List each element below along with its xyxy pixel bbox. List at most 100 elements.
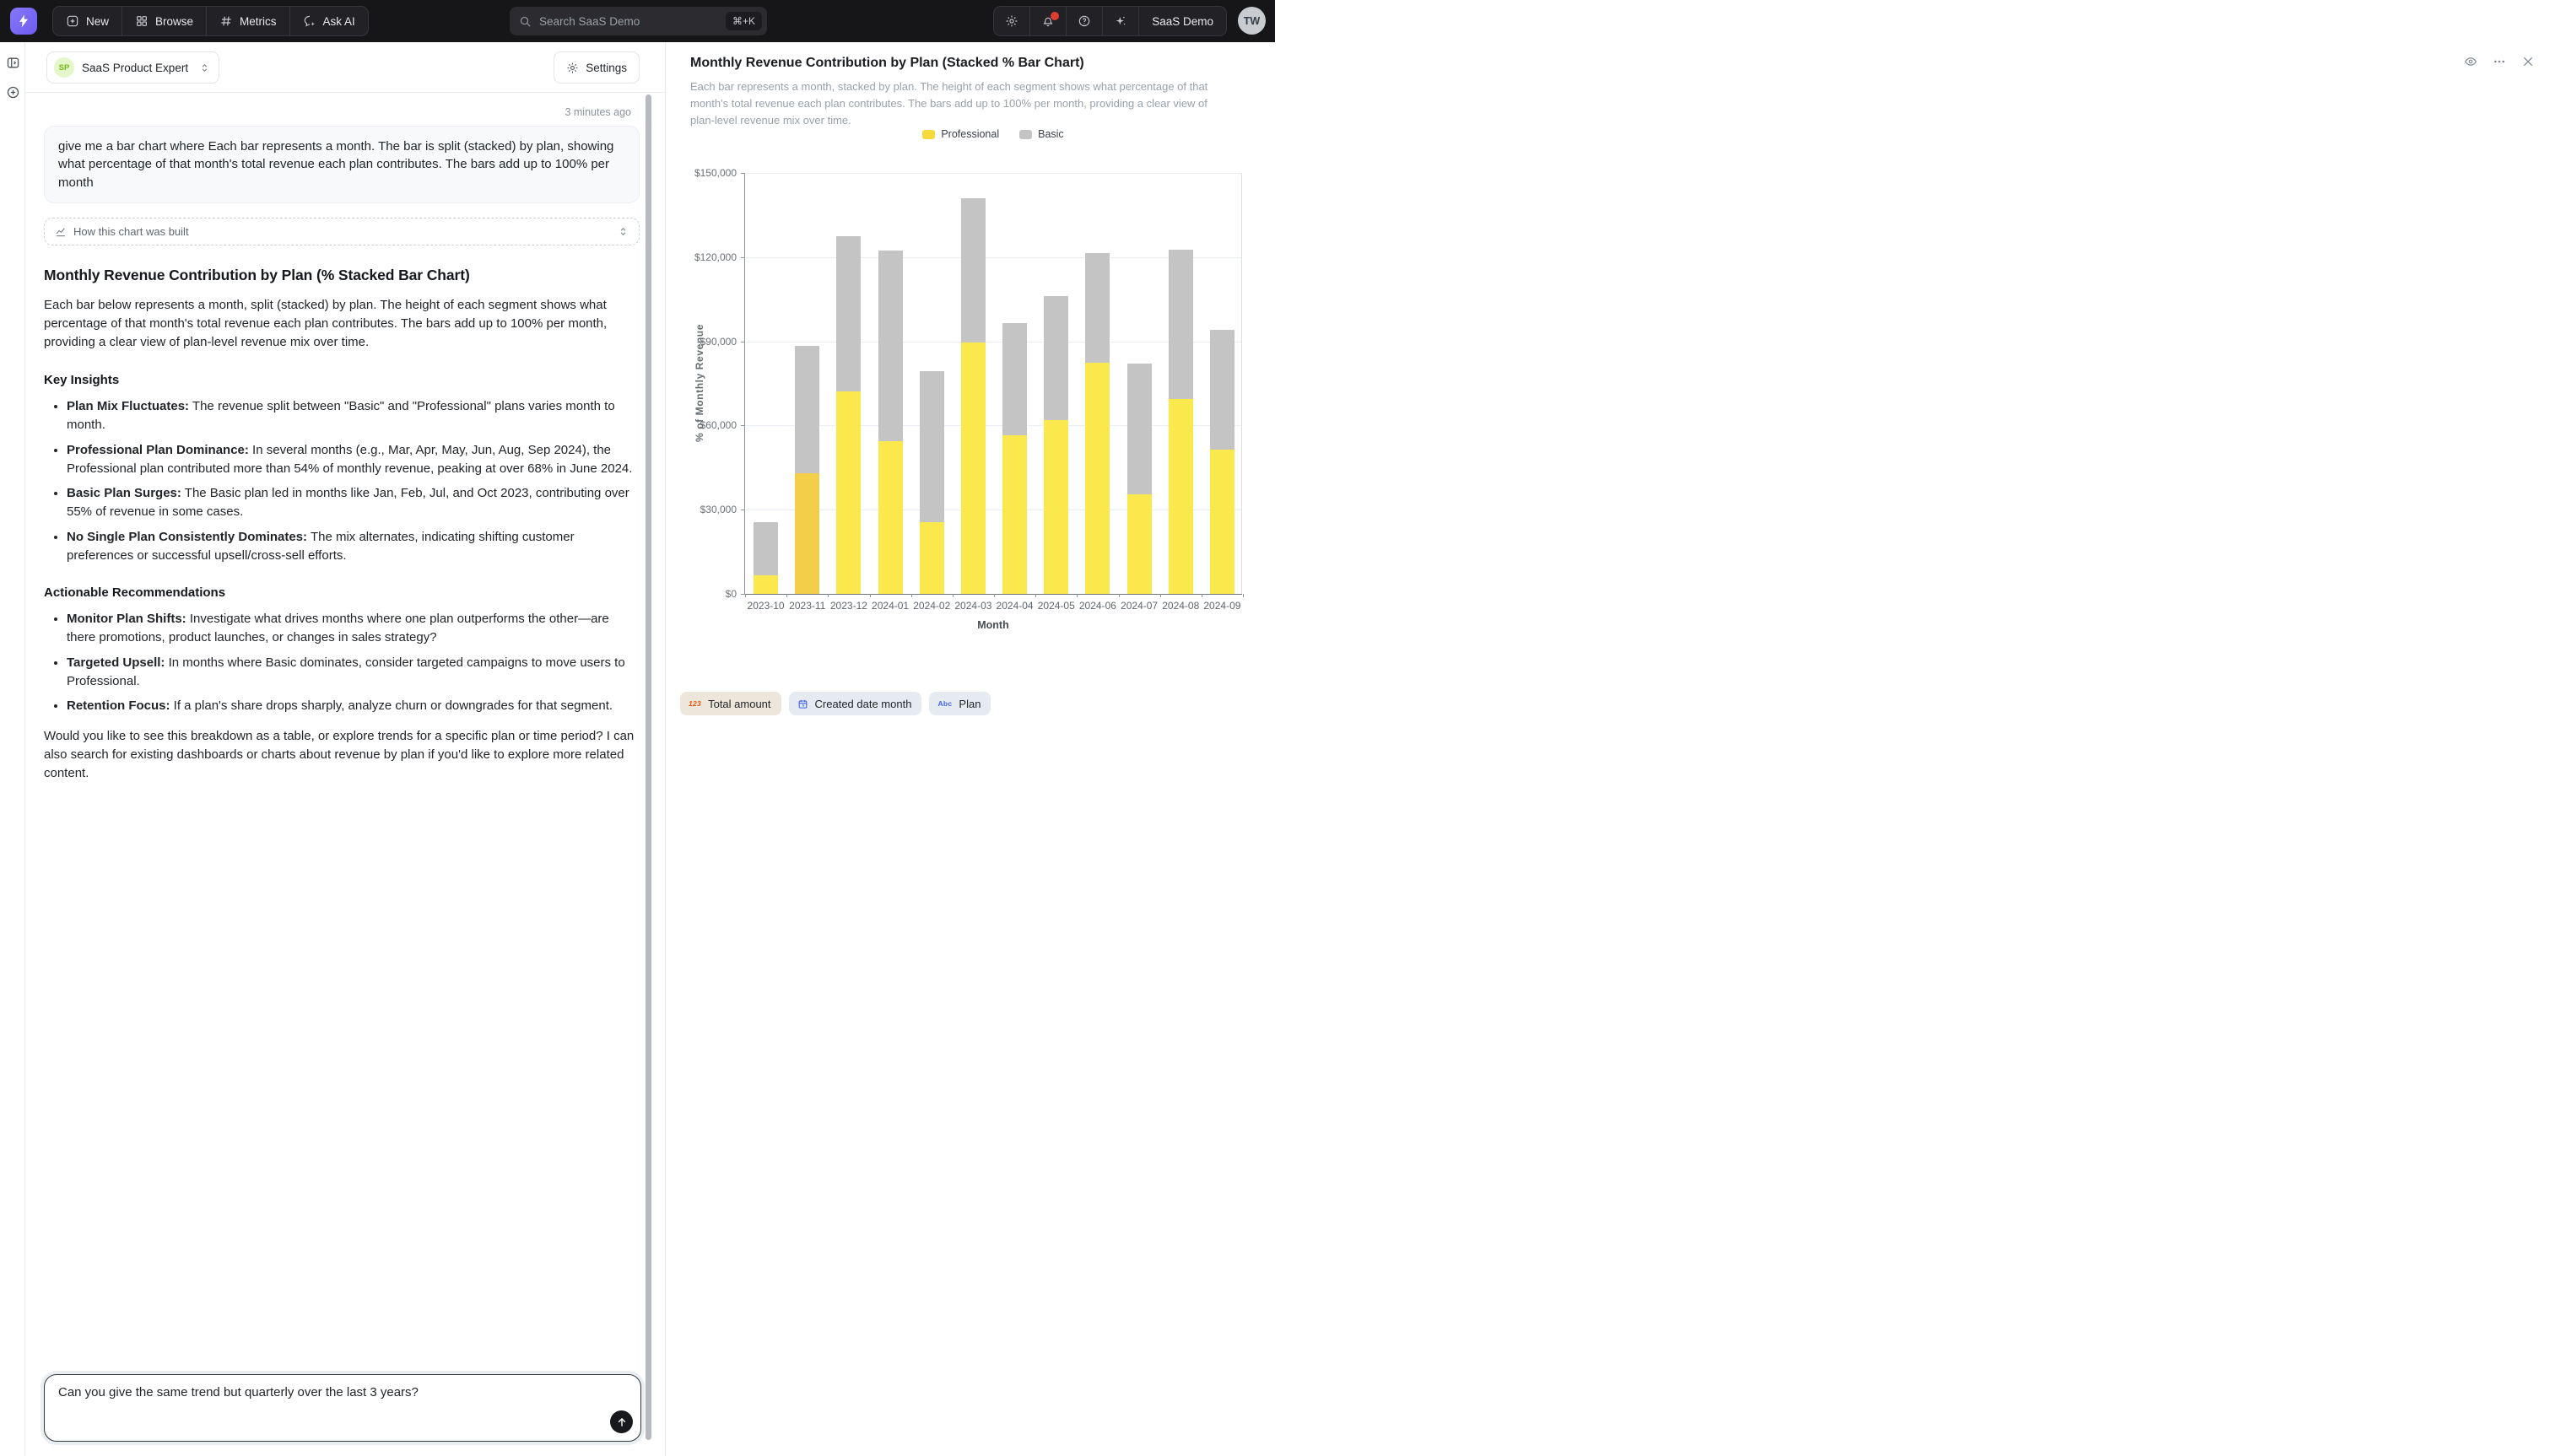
bar-segment-professional-2023-11[interactable] <box>795 473 819 594</box>
chat-sparkle-icon <box>303 14 316 28</box>
agent-name: SaaS Product Expert <box>82 62 188 74</box>
x-axis-tick <box>1119 594 1120 597</box>
nav-item-browse[interactable]: Browse <box>122 7 207 35</box>
chat-header: SP SaaS Product Expert Settings <box>25 42 665 93</box>
y-axis-tick-label: $30,000 <box>700 504 737 515</box>
x-axis-tick-label: 2023-12 <box>830 600 867 612</box>
agent-settings-button[interactable]: Settings <box>554 51 640 84</box>
bar-segment-professional-2024-04[interactable] <box>1002 435 1027 594</box>
bar-segment-professional-2024-08[interactable] <box>1169 399 1193 594</box>
chat-scrollbar[interactable] <box>646 94 651 1453</box>
x-axis-tick-label: 2024-05 <box>1038 600 1075 612</box>
list-item: Basic Plan Surges: The Basic plan led in… <box>67 484 640 521</box>
view-details-button[interactable] <box>2463 54 2477 68</box>
x-axis-tick <box>1160 594 1161 597</box>
mini-chart-icon <box>55 226 67 238</box>
search-shortcut-badge: ⌘+K <box>726 12 762 30</box>
y-axis-tick <box>741 257 745 258</box>
calendar-icon <box>797 698 808 709</box>
legend-swatch <box>1019 130 1032 139</box>
how-chart-built-toggle[interactable]: How this chart was built <box>44 218 640 245</box>
text-type-icon: Abc <box>937 699 952 708</box>
bar-segment-basic-2023-12[interactable] <box>836 236 861 392</box>
bar-segment-basic-2024-02[interactable] <box>920 371 944 523</box>
lightning-bolt-icon <box>16 13 31 29</box>
legend-label: Basic <box>1038 128 1064 140</box>
x-axis-tick <box>786 594 787 597</box>
bar-segment-professional-2023-10[interactable] <box>754 575 778 594</box>
response-intro: Each bar below represents a month, split… <box>44 296 640 352</box>
gridline <box>745 173 1241 174</box>
nav-item-label: Browse <box>155 15 193 28</box>
field-tag-plan[interactable]: AbcPlan <box>929 692 991 715</box>
bar-segment-professional-2023-12[interactable] <box>836 391 861 594</box>
x-axis-tick <box>953 594 954 597</box>
nav-item-ask-ai[interactable]: Ask AI <box>290 7 368 35</box>
app-logo[interactable] <box>10 8 37 35</box>
bar-segment-basic-2024-09[interactable] <box>1210 330 1234 449</box>
field-tag-created-date-month[interactable]: Created date month <box>789 692 922 715</box>
y-axis-tick <box>741 173 745 174</box>
send-button[interactable] <box>610 1410 633 1433</box>
more-options-button[interactable] <box>2492 54 2506 68</box>
toggle-sidebar-button[interactable] <box>0 50 25 75</box>
bar-segment-professional-2024-02[interactable] <box>920 522 944 594</box>
help-button[interactable] <box>1067 7 1103 35</box>
field-tag-total-amount[interactable]: 123Total amount <box>680 692 781 715</box>
chevron-up-down-icon <box>618 226 629 237</box>
legend-item-professional[interactable]: Professional <box>922 128 999 140</box>
x-axis-tick-label: 2023-10 <box>748 600 785 612</box>
bar-segment-basic-2023-10[interactable] <box>754 522 778 575</box>
bar-segment-professional-2024-06[interactable] <box>1085 363 1110 594</box>
nav-item-new[interactable]: New <box>53 7 122 35</box>
bar-segment-professional-2024-05[interactable] <box>1044 420 1068 594</box>
workspace-menu[interactable]: SaaS Demo <box>1139 7 1226 35</box>
notifications-button[interactable] <box>1030 7 1067 35</box>
list-item: Retention Focus: If a plan's share drops… <box>67 697 640 715</box>
x-axis-tick <box>1035 594 1036 597</box>
global-search-input[interactable]: Search SaaS Demo ⌘+K <box>510 7 767 35</box>
bar-segment-basic-2024-07[interactable] <box>1127 364 1152 494</box>
field-tag-label: Created date month <box>815 698 912 710</box>
bar-segment-professional-2024-01[interactable] <box>878 441 903 594</box>
hash-icon <box>219 14 233 28</box>
close-panel-button[interactable] <box>2520 54 2535 68</box>
bar-segment-professional-2024-03[interactable] <box>961 342 986 594</box>
plot-area: $0$30,000$60,000$90,000$120,000$150,0002… <box>744 173 1242 594</box>
search-placeholder: Search SaaS Demo <box>539 15 726 28</box>
agent-avatar: SP <box>54 57 74 78</box>
help-circle-icon <box>1078 14 1091 28</box>
plus-square-icon <box>66 14 79 28</box>
new-thread-button[interactable] <box>0 79 25 105</box>
bar-segment-professional-2024-09[interactable] <box>1210 450 1234 594</box>
bar-segment-basic-2023-11[interactable] <box>795 346 819 473</box>
bar-segment-basic-2024-05[interactable] <box>1044 296 1068 419</box>
bar-segment-basic-2024-01[interactable] <box>878 251 903 441</box>
settings-gear-button[interactable] <box>994 7 1030 35</box>
nav-item-metrics[interactable]: Metrics <box>207 7 290 35</box>
user-message-bubble: give me a bar chart where Each bar repre… <box>44 126 640 203</box>
bar-segment-basic-2024-04[interactable] <box>1002 323 1027 435</box>
chat-panel: SP SaaS Product Expert Settings 3 minute… <box>25 42 666 1456</box>
x-axis-tick <box>828 594 829 597</box>
bar-segment-basic-2024-03[interactable] <box>961 198 986 342</box>
y-axis-tick-label: $0 <box>726 588 737 600</box>
y-axis-tick <box>741 425 745 426</box>
x-axis-tick <box>1077 594 1078 597</box>
legend-item-basic[interactable]: Basic <box>1019 128 1064 140</box>
user-avatar[interactable]: TW <box>1238 7 1266 35</box>
response-title: Monthly Revenue Contribution by Plan (% … <box>44 267 640 284</box>
scrollbar-thumb[interactable] <box>646 94 651 1440</box>
bar-segment-basic-2024-06[interactable] <box>1085 253 1110 363</box>
list-item: Plan Mix Fluctuates: The revenue split b… <box>67 397 640 434</box>
bar-segment-basic-2024-08[interactable] <box>1169 250 1193 398</box>
bar-segment-professional-2024-07[interactable] <box>1127 494 1152 594</box>
chart-panel-actions <box>2463 54 2535 68</box>
chart-legend: Professional Basic <box>744 128 1242 140</box>
agent-selector[interactable]: SP SaaS Product Expert <box>46 51 219 84</box>
ai-sparkles-button[interactable] <box>1103 7 1139 35</box>
chat-scroll-area[interactable]: 3 minutes ago give me a bar chart where … <box>25 93 665 1456</box>
x-axis-tick-label: 2024-08 <box>1162 600 1199 612</box>
grid-icon <box>135 14 149 28</box>
message-input[interactable]: Can you give the same trend but quarterl… <box>44 1374 641 1442</box>
